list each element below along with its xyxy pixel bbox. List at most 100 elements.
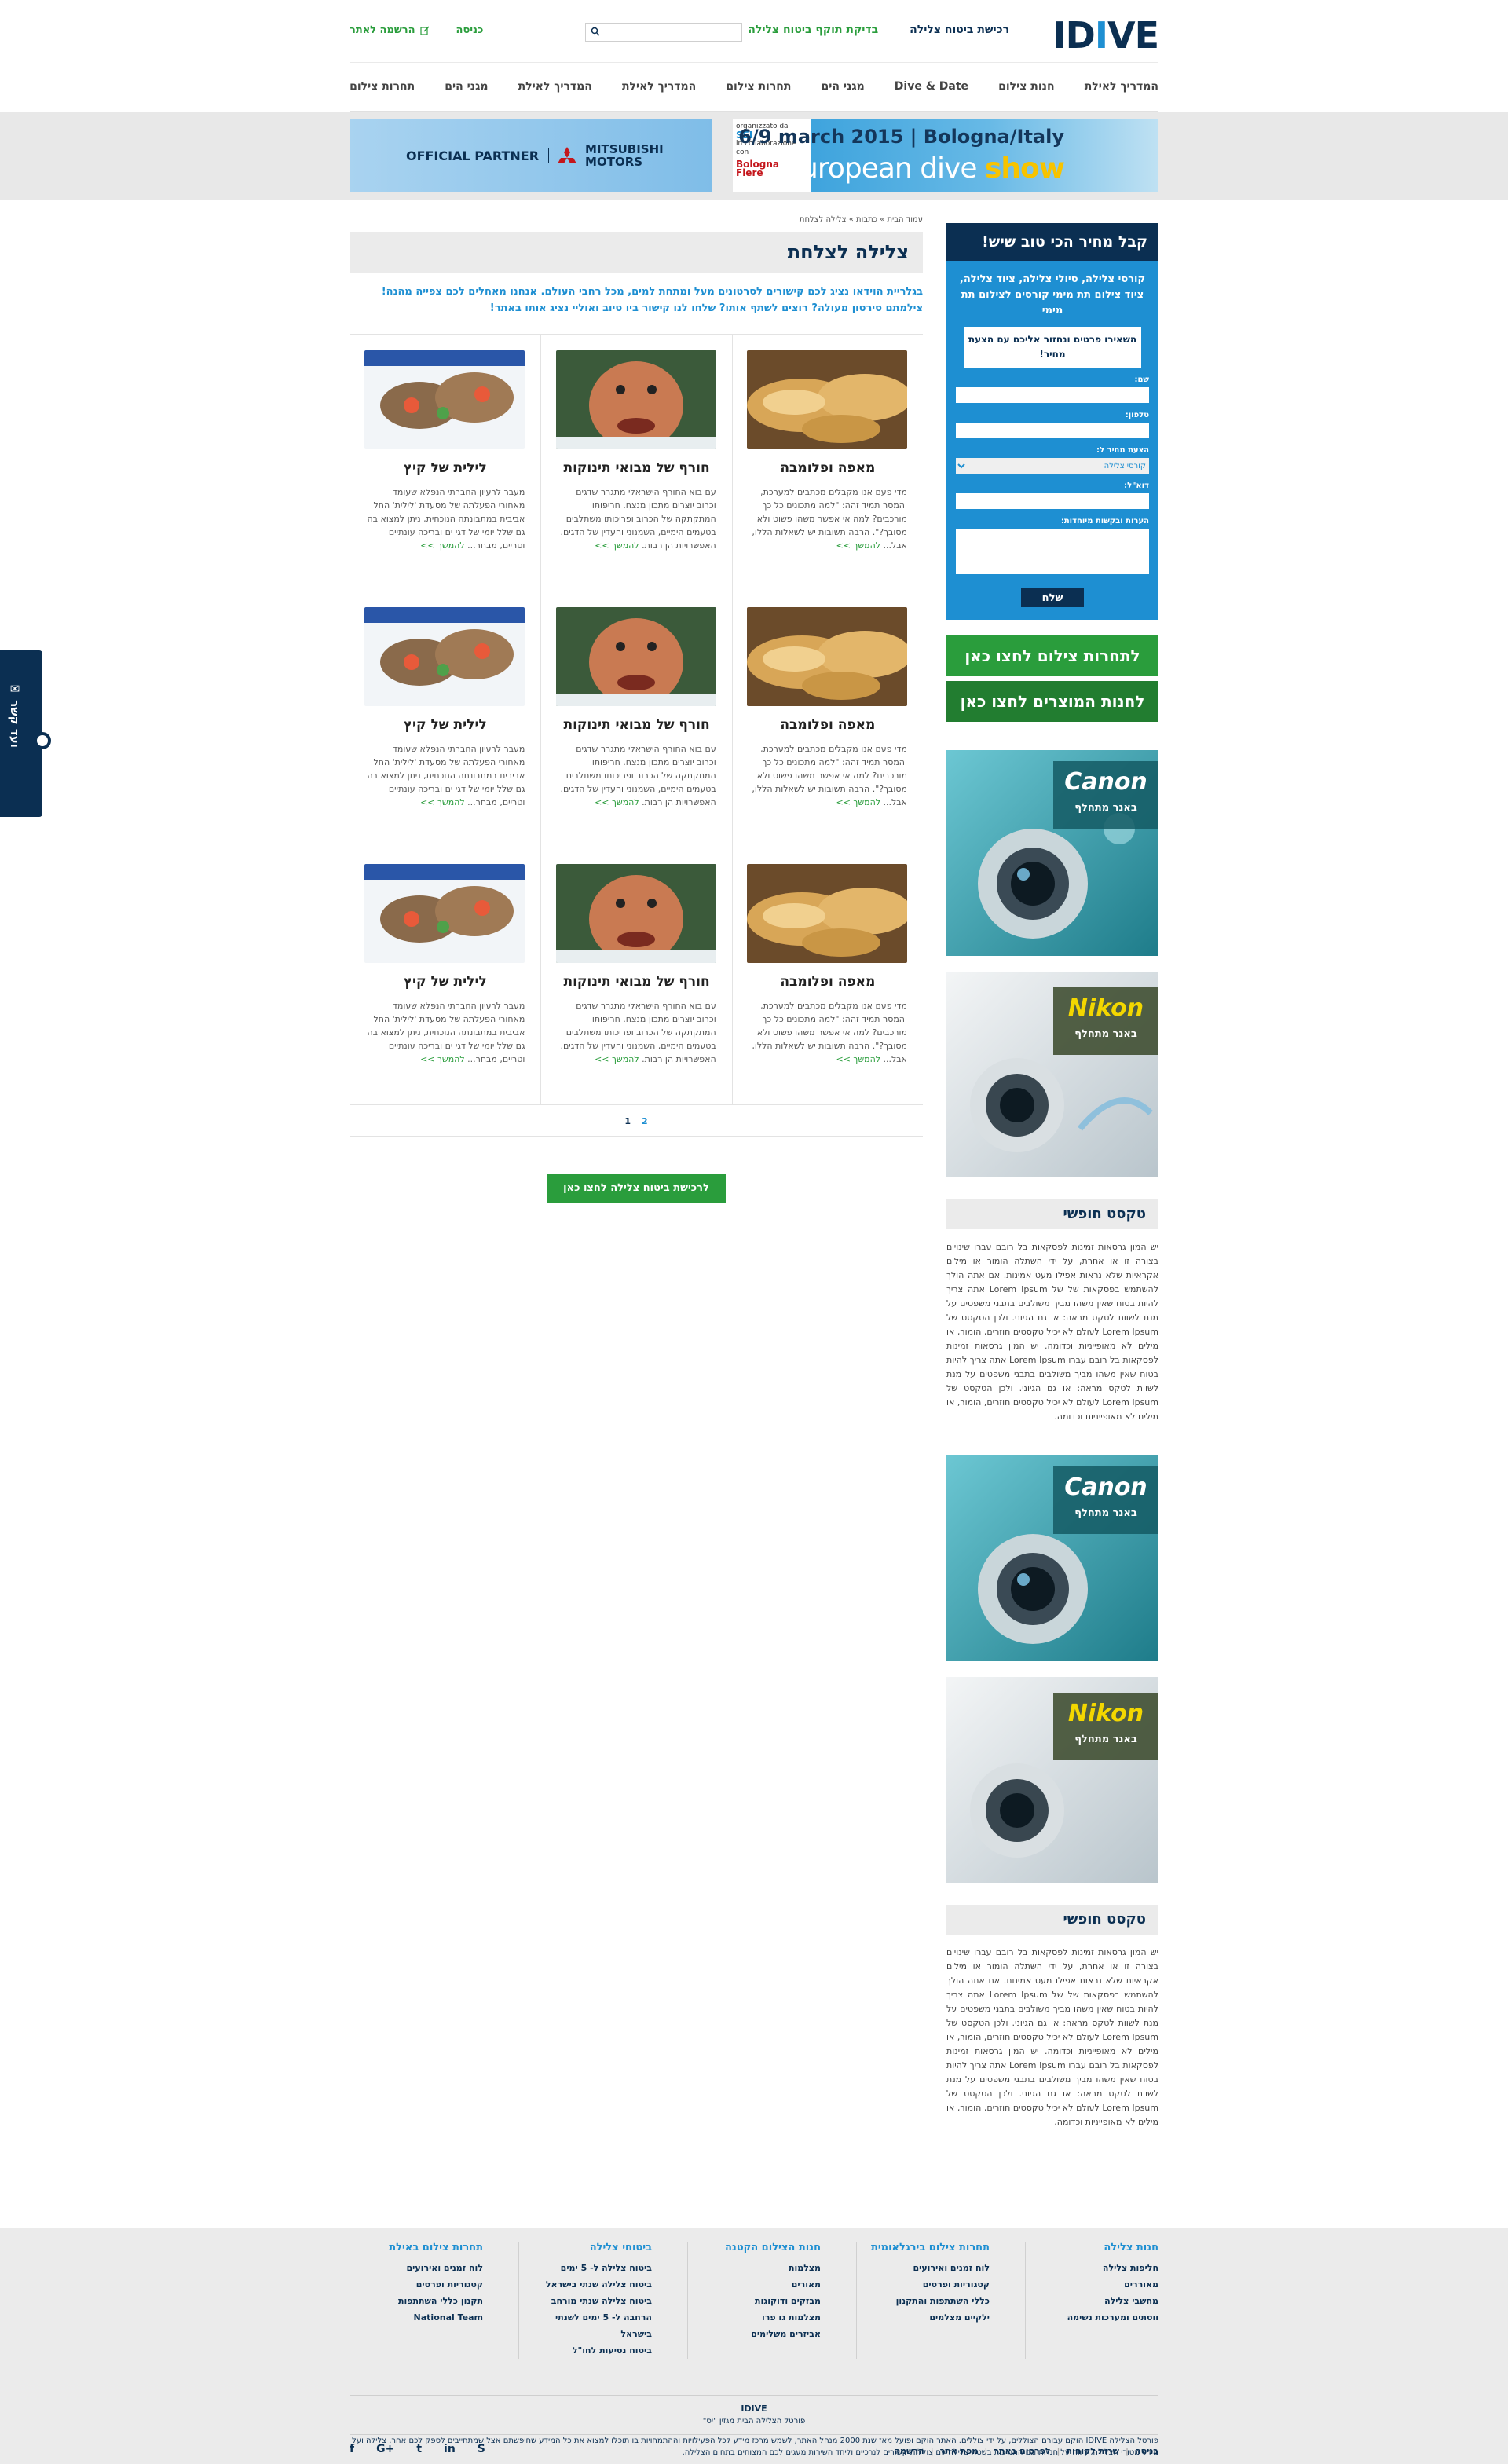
article-image[interactable]: [747, 864, 907, 963]
footer-item[interactable]: מאוררים: [1034, 2276, 1158, 2293]
article-title[interactable]: לילית של קיץ: [365, 974, 525, 990]
footer-item[interactable]: הרחבה ל- 5 ימים לשנתי בישראל: [527, 2309, 652, 2342]
phone-field[interactable]: [956, 423, 1149, 438]
mitsubishi-banner[interactable]: OFFICIAL PARTNER MITSUBISHI MOTORS: [350, 119, 712, 192]
google-plus-icon[interactable]: G+: [376, 2443, 394, 2455]
article-image[interactable]: [364, 607, 525, 706]
check-insurance-link[interactable]: בדיקת תוקף ביטוח צלילה: [748, 24, 878, 36]
article-title[interactable]: חורף של מבואי תינוקות: [557, 717, 716, 733]
article-image[interactable]: [364, 864, 525, 963]
footer-item[interactable]: לוח זמנים ואירועים: [865, 2260, 990, 2276]
european-dive-show-banner[interactable]: organizzato da SEI in collaborazione con…: [733, 119, 1158, 192]
footer-item[interactable]: קטגוריות ופרסים: [865, 2276, 990, 2293]
article-card[interactable]: חורף של מבואי תינוקות עם בוא החורף הישראל…: [540, 591, 731, 848]
nikon-ad[interactable]: Nikon באנר מתחלף: [946, 1677, 1158, 1883]
article-image[interactable]: [555, 350, 716, 449]
footer-column-title[interactable]: חנות הצילום הקטנה: [696, 2242, 821, 2253]
contact-side-tab[interactable]: ועד קשר ✉: [0, 650, 51, 817]
footer-link[interactable]: שרות לקוחות: [1067, 2446, 1119, 2456]
article-card[interactable]: מאפה ופלומבה מדי פעם אנו מקבלים מכתבים למ…: [731, 591, 923, 848]
footer-column-title[interactable]: ביטוחי צלילה: [527, 2242, 652, 2253]
footer-item[interactable]: תקנון כללי השתתפות: [357, 2293, 483, 2309]
read-more-link[interactable]: להמשך >>: [836, 540, 880, 551]
nav-item[interactable]: המדריך לאילת: [1085, 80, 1158, 93]
send-button[interactable]: שלח: [1021, 588, 1084, 607]
canon-ad[interactable]: Canon באנר מתחלף: [946, 750, 1158, 956]
footer-item[interactable]: חליפות צלילה: [1034, 2260, 1158, 2276]
article-card[interactable]: חורף של מבואי תינוקות עם בוא החורף הישראל…: [540, 848, 731, 1104]
footer-column-title[interactable]: תחרות צילום באילת: [357, 2242, 483, 2253]
buy-insurance-button[interactable]: לרכישת ביטוח צלילה לחצו כאן: [547, 1174, 726, 1203]
article-title[interactable]: לילית של קיץ: [365, 460, 525, 476]
article-title[interactable]: מאפה ופלומבה: [749, 717, 907, 733]
canon-ad[interactable]: Canon באנר מתחלף: [946, 1455, 1158, 1661]
read-more-link[interactable]: להמשך >>: [420, 540, 465, 551]
read-more-link[interactable]: להמשך >>: [420, 1054, 465, 1064]
search-icon[interactable]: [591, 27, 600, 36]
article-image[interactable]: [364, 350, 525, 449]
read-more-link[interactable]: להמשך >>: [836, 1054, 880, 1064]
read-more-link[interactable]: להמשך >>: [595, 1054, 639, 1064]
footer-item[interactable]: ביטוח צלילה ל- 5 ימים: [527, 2260, 652, 2276]
article-card[interactable]: מאפה ופלומבה מדי פעם אנו מקבלים מכתבים למ…: [731, 335, 923, 591]
store-button[interactable]: לחנות המוצרים לחצו כאן: [946, 681, 1158, 722]
nav-item[interactable]: חנות צילום: [998, 80, 1055, 93]
buy-insurance-link[interactable]: רכישת ביטוח צלילה: [910, 24, 1009, 36]
article-card[interactable]: לילית של קיץ מעבר לרעיון החברתי הנפלא שעו…: [350, 591, 540, 848]
footer-column-title[interactable]: תחרות צילום בירגלאומית: [865, 2242, 990, 2253]
email-field[interactable]: [956, 493, 1149, 509]
footer-item[interactable]: מאורים: [696, 2276, 821, 2293]
article-card[interactable]: חורף של מבואי תינוקות עם בוא החורף הישראל…: [540, 335, 731, 591]
nav-item[interactable]: מגני הים: [822, 80, 865, 93]
article-title[interactable]: חורף של מבואי תינוקות: [557, 974, 716, 990]
article-card[interactable]: לילית של קיץ מעבר לרעיון החברתי הנפלא שעו…: [350, 848, 540, 1104]
footer-item[interactable]: קטגוריות ופרסים: [357, 2276, 483, 2293]
footer-item[interactable]: כללי השתתפות והתקנון: [865, 2293, 990, 2309]
footer-item[interactable]: ביטוח נסיעות לחו"ל: [527, 2342, 652, 2359]
skype-icon[interactable]: S: [478, 2443, 485, 2455]
article-image[interactable]: [747, 607, 907, 706]
footer-item[interactable]: לוח זמנים ואירועים: [357, 2260, 483, 2276]
footer-column-title[interactable]: חנות צלילה: [1034, 2242, 1158, 2253]
notes-field[interactable]: [956, 529, 1149, 574]
page-link-current[interactable]: 2: [642, 1116, 648, 1126]
footer-link[interactable]: הרשמה: [895, 2446, 924, 2456]
article-title[interactable]: מאפה ופלומבה: [749, 460, 907, 476]
read-more-link[interactable]: להמשך >>: [836, 797, 880, 807]
footer-item[interactable]: מבזקים ודוקוגות: [696, 2293, 821, 2309]
article-title[interactable]: חורף של מבואי תינוקות: [557, 460, 716, 476]
photo-contest-button[interactable]: לתחרות צילום לחצו כאן: [946, 635, 1158, 676]
site-logo[interactable]: IDIVE: [1053, 17, 1159, 53]
footer-item[interactable]: ביטוח צלילה שנתי בישראל: [527, 2276, 652, 2293]
nav-item[interactable]: תחרות צילום: [350, 80, 415, 93]
twitter-icon[interactable]: t: [416, 2443, 422, 2455]
breadcrumb[interactable]: עמוד הבית » כתבות » צלילה לצלחת: [350, 215, 923, 224]
nav-item[interactable]: המדריך לאילת: [622, 80, 696, 93]
search-input[interactable]: [586, 24, 741, 41]
nav-item[interactable]: תחרות צילום: [726, 80, 791, 93]
article-card[interactable]: לילית של קיץ מעבר לרעיון החברתי הנפלא שעו…: [350, 335, 540, 591]
name-field[interactable]: [956, 387, 1149, 403]
article-image[interactable]: [555, 864, 716, 963]
footer-item[interactable]: אביזרים משלימים: [696, 2326, 821, 2342]
footer-item[interactable]: National Team: [357, 2309, 483, 2326]
article-image[interactable]: [555, 607, 716, 706]
footer-item[interactable]: ווסתים ומערכות נשימה: [1034, 2309, 1158, 2326]
nav-item[interactable]: Dive & Date: [895, 80, 968, 93]
article-title[interactable]: לילית של קיץ: [365, 717, 525, 733]
login-link[interactable]: כניסה: [456, 24, 484, 36]
footer-item[interactable]: ילקיים מצלמים: [865, 2309, 990, 2326]
facebook-icon[interactable]: f: [350, 2443, 354, 2455]
footer-link[interactable]: מפת אתר: [940, 2446, 979, 2456]
footer-item[interactable]: ביטוח צלילה שנתי מורחב: [527, 2293, 652, 2309]
register-link[interactable]: הרשמה לאתר: [350, 24, 430, 36]
nav-item[interactable]: מגני הים: [445, 80, 488, 93]
article-card[interactable]: מאפה ופלומבה מדי פעם אנו מקבלים מכתבים למ…: [731, 848, 923, 1104]
nikon-ad[interactable]: Nikon באנר מתחלף: [946, 972, 1158, 1177]
linkedin-icon[interactable]: in: [444, 2443, 456, 2455]
offer-select[interactable]: קורסי צלילה: [956, 458, 1149, 474]
footer-link[interactable]: לפרסום באתר: [994, 2446, 1050, 2456]
footer-item[interactable]: מחשבי צלילה: [1034, 2293, 1158, 2309]
read-more-link[interactable]: להמשך >>: [420, 797, 465, 807]
article-image[interactable]: [747, 350, 907, 449]
